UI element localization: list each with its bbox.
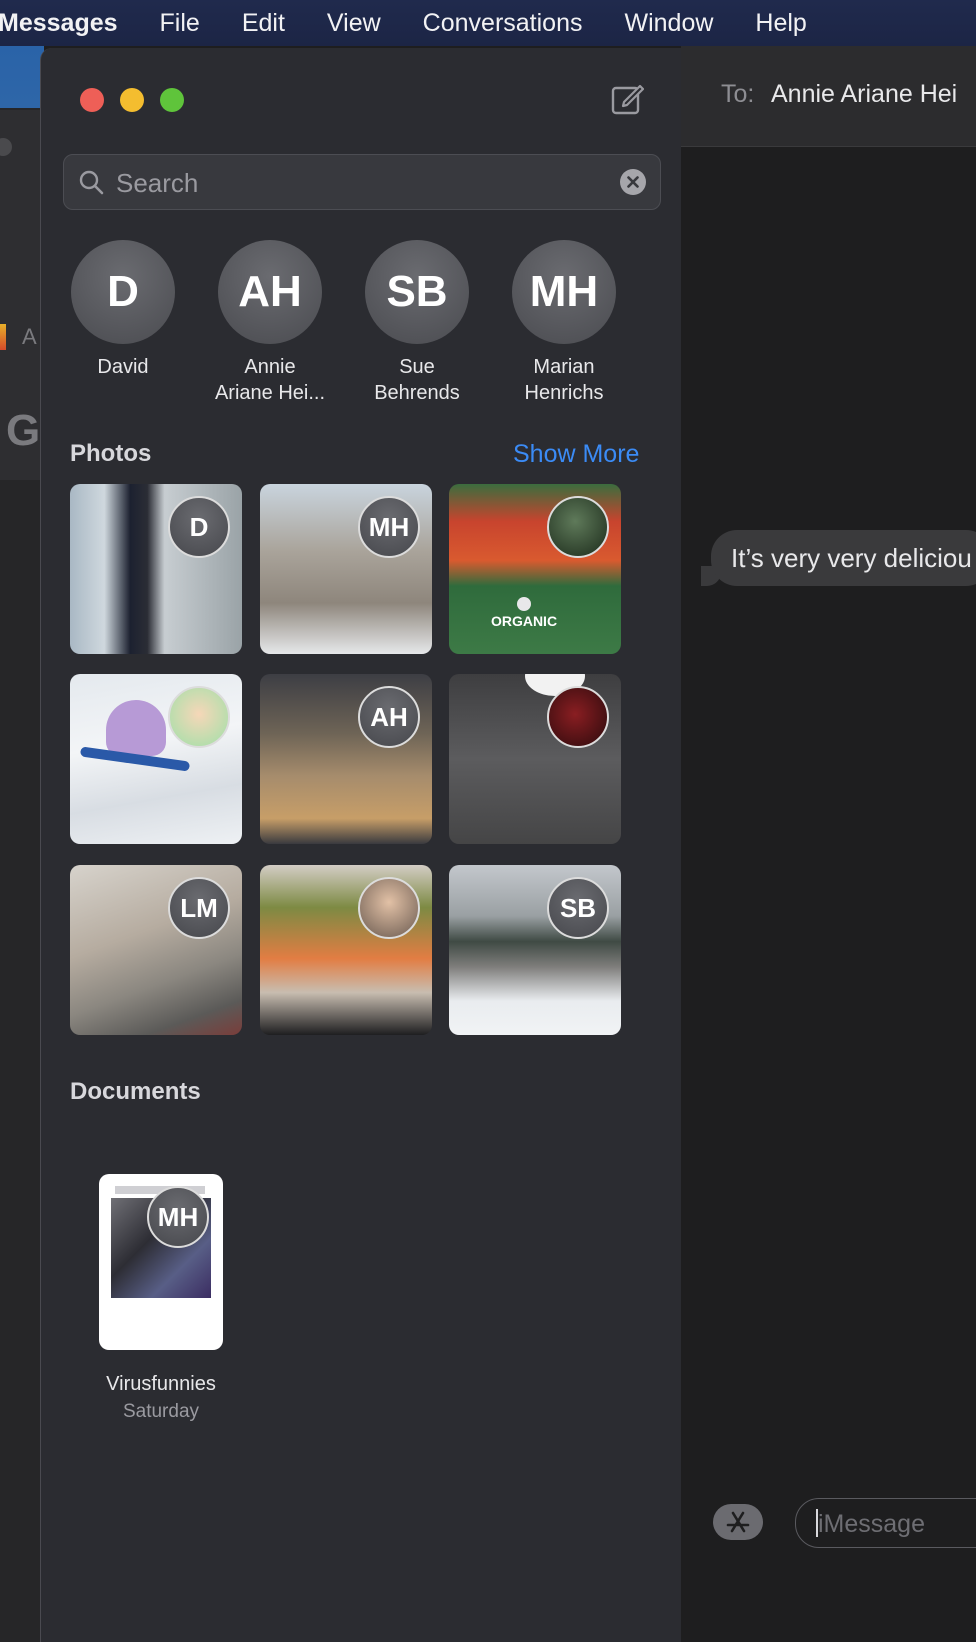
avatar: D	[71, 240, 175, 344]
sender-avatar: SB	[547, 877, 609, 939]
messages-sidebar: D David AH Annie Ariane Hei... SB Sue Be…	[40, 48, 682, 1642]
contact-name: David	[97, 356, 149, 378]
to-label: To:	[721, 80, 755, 108]
menu-bar: Messages File Edit View Conversations Wi…	[0, 0, 976, 46]
contact-name-line2: Henrichs	[524, 382, 604, 404]
document-name: Virusfunnies	[106, 1373, 216, 1395]
photo-thumbnail[interactable]: LM	[70, 865, 242, 1035]
pinned-conversations: D David AH Annie Ariane Hei... SB Sue Be…	[41, 240, 681, 420]
message-input[interactable]	[816, 1507, 976, 1541]
background-window-marker	[0, 324, 6, 350]
documents-heading: Documents	[70, 1078, 201, 1105]
clear-search-button[interactable]	[620, 169, 646, 195]
organic-label: ORGANIC	[491, 597, 557, 629]
menu-edit[interactable]: Edit	[242, 9, 285, 38]
photo-thumbnail[interactable]: AH	[260, 674, 432, 844]
app-store-button[interactable]	[713, 1504, 763, 1540]
contact-name-line2: Ariane Hei...	[214, 382, 326, 404]
app-store-icon	[726, 1511, 750, 1533]
photo-thumbnail[interactable]	[449, 674, 621, 844]
photo-subject	[106, 700, 166, 756]
photo-thumbnail[interactable]: SB	[449, 865, 621, 1035]
document-date: Saturday	[122, 1401, 200, 1422]
sender-avatar: MH	[358, 496, 420, 558]
photo-thumbnail[interactable]: MH	[260, 484, 432, 654]
sender-avatar: D	[168, 496, 230, 558]
background-window: A G	[0, 46, 44, 1642]
menu-messages[interactable]: Messages	[0, 9, 118, 38]
pinned-contact-david[interactable]: D David	[58, 240, 188, 380]
contact-name: Sue Behrends	[352, 354, 482, 406]
search-icon	[79, 170, 104, 195]
photo-thumbnail[interactable]	[70, 674, 242, 844]
avatar: AH	[218, 240, 322, 344]
message-field[interactable]	[795, 1498, 976, 1548]
close-button[interactable]	[80, 88, 104, 112]
photos-heading: Photos	[70, 440, 152, 467]
avatar: MH	[512, 240, 616, 344]
sender-avatar-photo	[358, 877, 420, 939]
menu-window[interactable]: Window	[624, 9, 713, 38]
pinned-contact-annie[interactable]: AH Annie Ariane Hei...	[205, 240, 335, 406]
contact-name-line1: Annie	[244, 356, 296, 378]
search-input[interactable]	[114, 163, 598, 203]
background-window-logo: G	[6, 406, 41, 455]
contact-name-line1: Sue	[399, 356, 435, 378]
organic-text: ORGANIC	[491, 613, 557, 629]
incoming-message[interactable]: It’s very very deliciou	[711, 530, 976, 586]
search-field[interactable]	[63, 154, 661, 210]
menu-conversations[interactable]: Conversations	[423, 9, 583, 38]
sender-avatar-photo	[547, 686, 609, 748]
contact-name-line2: Behrends	[374, 382, 460, 404]
zoom-button[interactable]	[160, 88, 184, 112]
pinned-contact-marian[interactable]: MH Marian Henrichs	[499, 240, 629, 406]
clear-icon	[627, 176, 639, 188]
document-thumbnail[interactable]: MH	[99, 1174, 223, 1350]
minimize-button[interactable]	[120, 88, 144, 112]
background-window-titlebar	[0, 46, 44, 108]
show-more-link[interactable]: Show More	[513, 440, 639, 469]
contact-name-line1: Marian	[533, 356, 595, 378]
compose-icon[interactable]	[610, 82, 644, 116]
menu-view[interactable]: View	[327, 9, 381, 38]
recipient-bar: To: Annie Ariane Hei	[681, 46, 976, 147]
menu-help[interactable]: Help	[755, 9, 806, 38]
menu-file[interactable]: File	[160, 9, 200, 38]
photo-thumbnail[interactable]: D	[70, 484, 242, 654]
contact-name: Marian Henrichs	[499, 354, 629, 406]
contact-name: Annie Ariane Hei...	[205, 354, 335, 406]
sender-avatar: AH	[358, 686, 420, 748]
recipient-name[interactable]: Annie Ariane Hei	[771, 80, 957, 109]
avatar: SB	[365, 240, 469, 344]
sender-avatar-photo	[547, 496, 609, 558]
background-window-text: A	[22, 324, 37, 349]
memoji-avatar-icon	[168, 686, 230, 748]
photo-thumbnail[interactable]	[260, 865, 432, 1035]
pinned-contact-sue[interactable]: SB Sue Behrends	[352, 240, 482, 406]
conversation-pane: To: Annie Ariane Hei It’s very very deli…	[681, 46, 976, 1642]
sender-avatar: LM	[168, 877, 230, 939]
sender-avatar: MH	[147, 1186, 209, 1248]
photo-thumbnail[interactable]: ORGANIC	[449, 484, 621, 654]
